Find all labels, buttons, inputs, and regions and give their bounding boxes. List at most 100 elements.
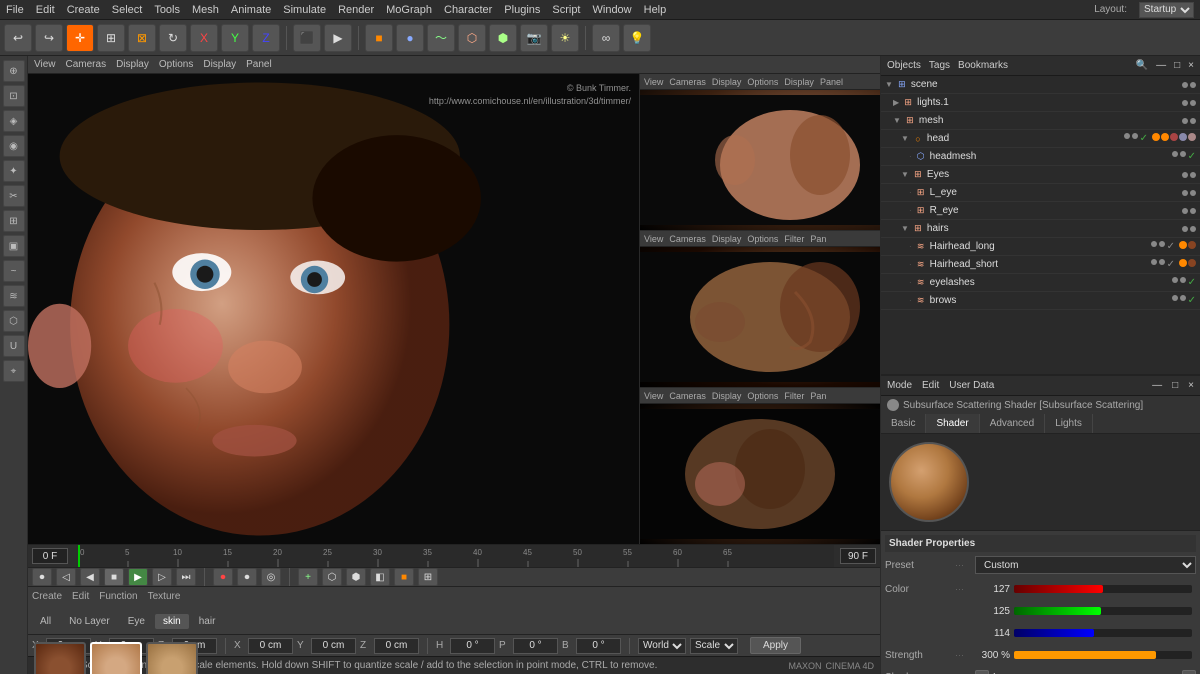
keyframe-prev-button[interactable]: ◁ xyxy=(56,568,76,586)
layer-button2[interactable]: ⬡ xyxy=(322,568,342,586)
rotate-button[interactable]: ↻ xyxy=(159,24,187,52)
bulb-button[interactable]: 💡 xyxy=(623,24,651,52)
obj-eyes[interactable]: ▼ ⊞ Eyes xyxy=(881,166,1200,184)
world-mode-select[interactable]: World xyxy=(638,638,686,654)
vp-display2[interactable]: Display xyxy=(203,59,236,70)
mat-tab-skin[interactable]: skin xyxy=(155,614,189,629)
br-cameras[interactable]: Cameras xyxy=(669,391,706,401)
shader-close[interactable]: × xyxy=(1188,380,1194,391)
mode-item[interactable]: Mode xyxy=(887,380,912,391)
obj-minimize-icon[interactable]: — xyxy=(1156,60,1166,71)
mat-tab-hair[interactable]: hair xyxy=(191,614,224,629)
sidebar-poly-icon[interactable]: ◈ xyxy=(3,110,25,132)
color-b-slider[interactable] xyxy=(1014,629,1192,637)
sidebar-move-icon[interactable]: ⊕ xyxy=(3,60,25,82)
tr-display2[interactable]: Display xyxy=(784,77,814,87)
undo-button[interactable]: ↩ xyxy=(4,24,32,52)
sphere-tool[interactable]: ● xyxy=(396,24,424,52)
shader-plus-btn[interactable]: + xyxy=(975,670,989,674)
mr-display[interactable]: Display xyxy=(712,234,742,244)
menu-edit[interactable]: Edit xyxy=(36,4,55,16)
obj-leye[interactable]: · ⊞ L_eye xyxy=(881,184,1200,202)
layer-button5[interactable]: ■ xyxy=(394,568,414,586)
mat-texture-button[interactable]: Texture xyxy=(148,591,181,602)
mid-right-viewport[interactable]: View Cameras Display Options Filter Pan xyxy=(640,231,880,388)
menu-mograph[interactable]: MoGraph xyxy=(386,4,432,16)
sidebar-paint-icon[interactable]: ⬡ xyxy=(3,310,25,332)
apply-button[interactable]: Apply xyxy=(750,637,801,654)
light-tool[interactable]: ☀ xyxy=(551,24,579,52)
userdata-item[interactable]: User Data xyxy=(949,380,994,391)
sidebar-fill-icon[interactable]: ▣ xyxy=(3,235,25,257)
sidebar-magnet-icon[interactable]: U xyxy=(3,335,25,357)
live-select-button[interactable]: ✛ xyxy=(66,24,94,52)
tab-advanced[interactable]: Advanced xyxy=(980,414,1045,433)
obj-menu-file[interactable]: Objects xyxy=(887,60,921,71)
obj-head[interactable]: ▼ ○ head ✓ xyxy=(881,130,1200,148)
obj-brows[interactable]: · ≋ brows ✓ xyxy=(881,292,1200,310)
sidebar-extrude-icon[interactable]: ⊞ xyxy=(3,210,25,232)
preset-select[interactable]: Custom xyxy=(975,556,1196,574)
sidebar-sculpt-icon[interactable]: ≋ xyxy=(3,285,25,307)
play-rev-button[interactable]: ◀ xyxy=(80,568,100,586)
axis-z-button[interactable]: Z xyxy=(252,24,280,52)
material-mipsat[interactable]: Mip/Sat-vi xyxy=(146,642,198,674)
color-r-slider[interactable] xyxy=(1014,585,1192,593)
menu-help[interactable]: Help xyxy=(644,4,667,16)
shader-more-btn[interactable]: ⋯ xyxy=(1182,670,1196,674)
y2-input[interactable] xyxy=(311,638,356,654)
obj-reye[interactable]: · ⊞ R_eye xyxy=(881,202,1200,220)
tr-options[interactable]: Options xyxy=(747,77,778,87)
obj-hairs[interactable]: ▼ ⊞ hairs xyxy=(881,220,1200,238)
obj-hairshort[interactable]: · ≋ Hairhead_short ✓ xyxy=(881,256,1200,274)
obj-eyelashes[interactable]: · ≋ eyelashes ✓ xyxy=(881,274,1200,292)
obj-menu-tags[interactable]: Tags xyxy=(929,60,950,71)
menu-plugins[interactable]: Plugins xyxy=(504,4,540,16)
h-input[interactable] xyxy=(450,638,495,654)
menu-animate[interactable]: Animate xyxy=(231,4,271,16)
scale-mode-select[interactable]: Scale xyxy=(690,638,738,654)
mr-view[interactable]: View xyxy=(644,234,663,244)
shader-minimize[interactable]: — xyxy=(1152,380,1162,391)
obj-scene[interactable]: ▼ ⊞ scene xyxy=(881,76,1200,94)
br-view[interactable]: View xyxy=(644,391,663,401)
menu-create[interactable]: Create xyxy=(67,4,100,16)
play-button[interactable]: ▶ xyxy=(128,568,148,586)
obj-menu-bookmarks[interactable]: Bookmarks xyxy=(958,60,1008,71)
menu-tools[interactable]: Tools xyxy=(154,4,180,16)
keyframe-add-button[interactable]: ⏺ xyxy=(32,568,52,586)
p-input[interactable] xyxy=(513,638,558,654)
sidebar-edge-icon[interactable]: ◉ xyxy=(3,135,25,157)
sidebar-select-icon[interactable]: ⊡ xyxy=(3,85,25,107)
br-filter[interactable]: Filter xyxy=(784,391,804,401)
tab-shader[interactable]: Shader xyxy=(926,414,979,433)
keyframe-next-button[interactable]: ▷ xyxy=(152,568,172,586)
axis-x-button[interactable]: X xyxy=(190,24,218,52)
vp-view[interactable]: View xyxy=(34,59,56,70)
nurbs-tool[interactable]: ⬡ xyxy=(458,24,486,52)
top-right-viewport[interactable]: View Cameras Display Options Display Pan… xyxy=(640,74,880,231)
main-viewport[interactable]: © Bunk Timmer. http://www.comichouse.nl/… xyxy=(28,74,640,544)
mr-options[interactable]: Options xyxy=(747,234,778,244)
z2-input[interactable] xyxy=(374,638,419,654)
mat-function-button[interactable]: Function xyxy=(99,591,137,602)
sidebar-brush-icon[interactable]: ~ xyxy=(3,260,25,282)
object-manager-button[interactable]: ⬛ xyxy=(293,24,321,52)
color-g-slider[interactable] xyxy=(1014,607,1192,615)
vp-display[interactable]: Display xyxy=(116,59,149,70)
redo-button[interactable]: ↪ xyxy=(35,24,63,52)
spline-tool[interactable]: 〜 xyxy=(427,24,455,52)
axis-y-button[interactable]: Y xyxy=(221,24,249,52)
tr-view[interactable]: View xyxy=(644,77,663,87)
obj-search-icon[interactable]: 🔍 xyxy=(1136,60,1148,71)
strength-slider[interactable] xyxy=(1014,651,1192,659)
menu-window[interactable]: Window xyxy=(593,4,632,16)
layer-button6[interactable]: ⊞ xyxy=(418,568,438,586)
scale-button[interactable]: ⊠ xyxy=(128,24,156,52)
tab-lights[interactable]: Lights xyxy=(1045,414,1093,433)
goto-end-button[interactable]: ⏭ xyxy=(176,568,196,586)
layer-add-button[interactable]: + xyxy=(298,568,318,586)
tab-basic[interactable]: Basic xyxy=(881,414,926,433)
material-darkskin[interactable]: dark_skin xyxy=(34,642,86,674)
obj-hairlong[interactable]: · ≋ Hairhead_long ✓ xyxy=(881,238,1200,256)
